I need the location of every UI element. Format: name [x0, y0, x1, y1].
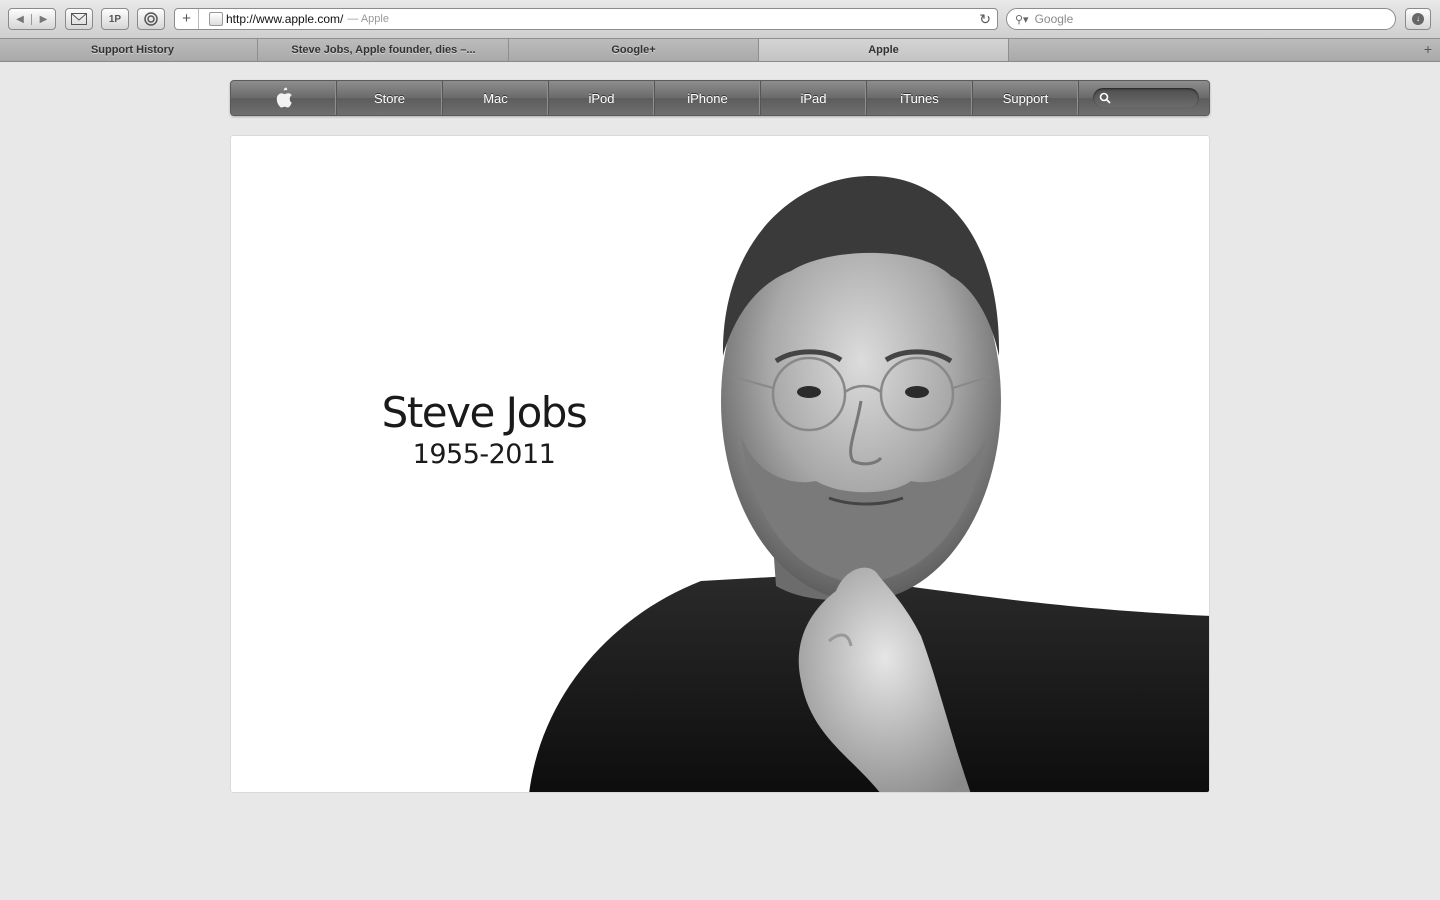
download-icon: ↓ — [1412, 13, 1424, 25]
envelope-icon — [71, 13, 87, 25]
site-navigation: Store Mac iPod iPhone iPad iTunes Suppor… — [230, 80, 1210, 116]
apple-logo-icon — [276, 87, 292, 108]
back-forward-buttons: ◀ ▶ — [8, 8, 56, 30]
tribute-years: 1955-2011 — [412, 439, 556, 470]
site-search-input[interactable] — [1093, 88, 1199, 108]
address-page-title: — Apple — [347, 13, 389, 25]
nav-apple-logo[interactable] — [231, 81, 337, 115]
forward-icon[interactable]: ▶ — [32, 14, 55, 25]
address-bar[interactable]: + http://www.apple.com/ — Apple ↻ — [174, 8, 998, 30]
site-search-wrap — [1079, 81, 1209, 115]
new-tab-icon[interactable]: + — [1424, 41, 1432, 57]
browser-search-field[interactable]: ⚲▾ Google — [1006, 8, 1396, 30]
tab-steve-jobs-news[interactable]: Steve Jobs, Apple founder, dies –... — [259, 39, 509, 61]
nav-itunes[interactable]: iTunes — [867, 81, 973, 115]
tab-bar: Support History Steve Jobs, Apple founde… — [0, 39, 1440, 62]
tab-apple[interactable]: Apple — [759, 39, 1009, 61]
add-bookmark-icon[interactable]: + — [175, 9, 199, 29]
search-dropdown-icon[interactable]: ⚲▾ — [1015, 13, 1029, 26]
nav-mac[interactable]: Mac — [443, 81, 549, 115]
nav-store[interactable]: Store — [337, 81, 443, 115]
search-icon — [1099, 92, 1111, 104]
browser-toolbar: ◀ ▶ 1P + http://www.apple.com/ — Apple ↻… — [0, 0, 1440, 39]
downloads-button[interactable]: ↓ — [1405, 8, 1431, 30]
search-placeholder: Google — [1034, 12, 1074, 26]
favicon-icon — [209, 12, 223, 26]
tab-support-history[interactable]: Support History — [8, 39, 258, 61]
tab-google-plus[interactable]: Google+ — [509, 39, 759, 61]
nav-ipad[interactable]: iPad — [761, 81, 867, 115]
back-icon[interactable]: ◀ — [9, 13, 32, 25]
1password-button[interactable]: 1P — [101, 8, 129, 30]
reload-icon[interactable]: ↻ — [979, 11, 991, 28]
nav-support[interactable]: Support — [973, 81, 1079, 115]
tribute-name: Steve Jobs — [381, 388, 588, 437]
hero-tribute[interactable]: Steve Jobs 1955-2011 — [230, 135, 1210, 793]
spiral-icon — [144, 12, 158, 26]
nav-iphone[interactable]: iPhone — [655, 81, 761, 115]
nav-ipod[interactable]: iPod — [549, 81, 655, 115]
mail-button[interactable] — [65, 8, 93, 30]
steve-jobs-portrait — [529, 176, 1209, 792]
spiral-extension-button[interactable] — [137, 8, 165, 30]
address-url[interactable]: http://www.apple.com/ — [226, 12, 343, 26]
